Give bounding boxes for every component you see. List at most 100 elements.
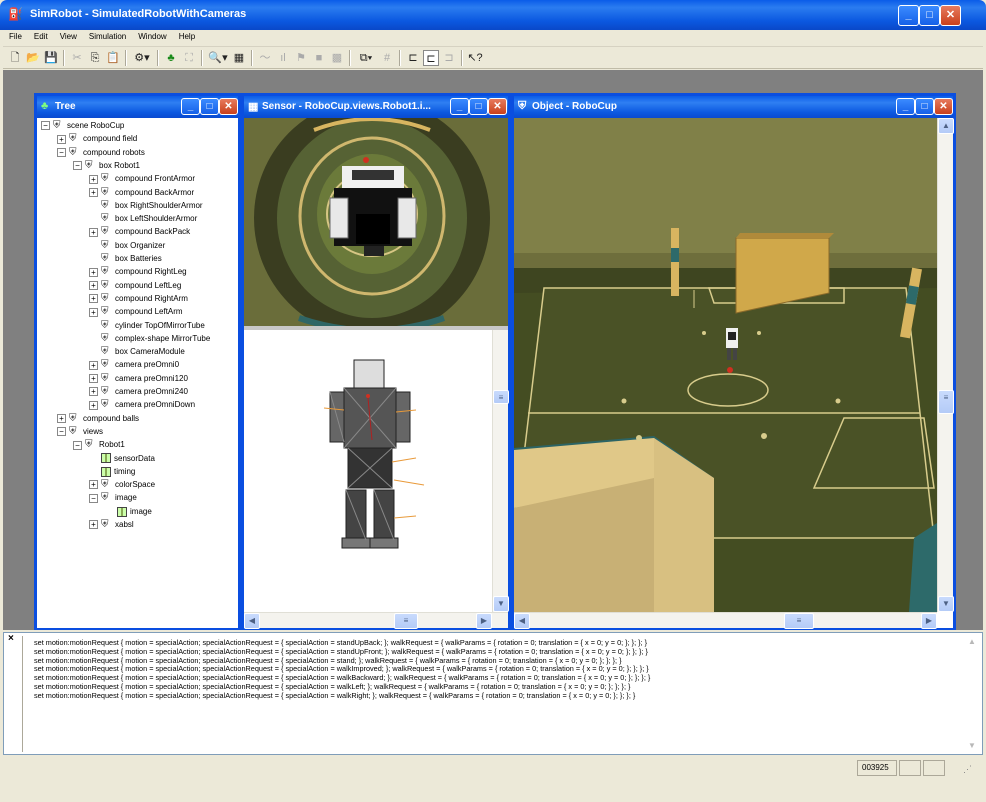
- flag-icon[interactable]: ⚑: [293, 50, 309, 66]
- tree-node[interactable]: − ⛨ Robot1: [73, 438, 125, 451]
- tree-node[interactable]: + ⛨ camera preOmni120: [89, 372, 188, 385]
- zoom-icon[interactable]: 🔍▾: [207, 50, 229, 66]
- tree-expand-toggle[interactable]: +: [89, 480, 98, 490]
- tree-expand-toggle[interactable]: +: [89, 294, 98, 304]
- menu-simulation[interactable]: Simulation: [83, 30, 132, 41]
- object-vertical-scrollbar[interactable]: ▲ ≡ ▼: [937, 118, 954, 612]
- sensor-close-button[interactable]: ✕: [488, 98, 507, 115]
- line-chart-icon[interactable]: 〜: [257, 50, 273, 66]
- tree-expand-toggle[interactable]: +: [57, 134, 66, 144]
- tree-node[interactable]: + ⛨ camera preOmni240: [89, 385, 188, 398]
- minimize-button[interactable]: _: [898, 5, 919, 26]
- tree-node[interactable]: + ⛨ colorSpace: [89, 478, 155, 491]
- save-icon[interactable]: 💾: [43, 50, 59, 66]
- cut-icon[interactable]: ✂: [69, 50, 85, 66]
- pattern-icon[interactable]: ▩: [329, 50, 345, 66]
- render-mode-icon[interactable]: ▦: [231, 50, 247, 66]
- sensor-vscroll-thumb[interactable]: ≡: [493, 390, 509, 404]
- tree-node[interactable]: sensorData: [89, 452, 155, 465]
- tree-expand-toggle[interactable]: −: [73, 440, 82, 450]
- tree-expand-toggle[interactable]: +: [89, 187, 98, 197]
- tree-node[interactable]: + ⛨ camera preOmni0: [89, 358, 179, 371]
- console-scrollbar[interactable]: ▲ ▼: [966, 633, 982, 754]
- camera-view-icon[interactable]: ⧉▾: [355, 50, 377, 66]
- tree-node[interactable]: + ⛨ compound LeftArm: [89, 305, 183, 318]
- tree-node[interactable]: − ⛨ compound robots: [57, 146, 145, 159]
- object-minimize-button[interactable]: _: [896, 98, 915, 115]
- tree-expand-toggle[interactable]: −: [89, 493, 98, 503]
- tree-node[interactable]: + ⛨ xabsl: [89, 518, 134, 531]
- tree-node[interactable]: ⛨ box LeftShoulderArmor: [89, 212, 197, 225]
- align-bottom-icon[interactable]: ⊏: [423, 50, 439, 66]
- sensor-scroll-left[interactable]: ◀: [244, 613, 260, 629]
- sensor-horizontal-scrollbar[interactable]: ◀ ≡ ▶: [244, 612, 508, 629]
- menu-view[interactable]: View: [54, 30, 83, 41]
- tree-node[interactable]: + ⛨ compound BackArmor: [89, 186, 194, 199]
- tree-node[interactable]: + ⛨ compound balls: [57, 412, 139, 425]
- tree-expand-toggle[interactable]: +: [57, 413, 66, 423]
- tree-node[interactable]: + ⛨ camera preOmniDown: [89, 398, 195, 411]
- tree-node[interactable]: timing: [89, 465, 135, 478]
- tree-node[interactable]: − ⛨ box Robot1: [73, 159, 140, 172]
- grid-icon[interactable]: #: [379, 50, 395, 66]
- tree-node[interactable]: + ⛨ compound LeftLeg: [89, 279, 181, 292]
- console-panel[interactable]: × set motion:motionRequest { motion = sp…: [3, 632, 983, 755]
- tree-node[interactable]: ⛨ box Batteries: [89, 252, 162, 265]
- tree-minimize-button[interactable]: _: [181, 98, 200, 115]
- menu-edit[interactable]: Edit: [28, 30, 54, 41]
- copy-icon[interactable]: ⎘: [87, 50, 103, 66]
- align-other-icon[interactable]: ⊐: [441, 50, 457, 66]
- object-scroll-down[interactable]: ▼: [938, 596, 954, 612]
- sensor-maximize-button[interactable]: □: [469, 98, 488, 115]
- tree-node[interactable]: − ⛨ views: [57, 425, 103, 438]
- tree-expand-toggle[interactable]: +: [89, 307, 98, 317]
- tree-node[interactable]: + ⛨ compound RightArm: [89, 292, 188, 305]
- tree-expand-toggle[interactable]: −: [41, 121, 50, 131]
- console-scroll-down[interactable]: ▼: [968, 741, 976, 750]
- tree-close-button[interactable]: ✕: [219, 98, 238, 115]
- object-hscroll-thumb[interactable]: ≡: [784, 613, 814, 629]
- resize-grip-icon[interactable]: ⋰: [963, 764, 972, 775]
- tree-node[interactable]: + ⛨ compound BackPack: [89, 225, 190, 238]
- tree-expand-toggle[interactable]: +: [89, 520, 98, 530]
- tree-expand-toggle[interactable]: −: [57, 427, 66, 437]
- tree-maximize-button[interactable]: □: [200, 98, 219, 115]
- hierarchy-icon[interactable]: ⛶: [181, 50, 197, 66]
- tree-node[interactable]: ⛨ box RightShoulderArmor: [89, 199, 203, 212]
- tree-icon[interactable]: ♣: [163, 50, 179, 66]
- tree-expand-toggle[interactable]: +: [89, 374, 98, 384]
- tree-expand-toggle[interactable]: +: [89, 387, 98, 397]
- new-file-icon[interactable]: 🗋: [7, 50, 23, 66]
- object-horizontal-scrollbar[interactable]: ◀ ≡ ▶: [514, 612, 937, 629]
- tree-expand-toggle[interactable]: −: [57, 147, 66, 157]
- sensor-hscroll-thumb[interactable]: ≡: [394, 613, 418, 629]
- context-help-icon[interactable]: ↖?: [467, 50, 483, 66]
- tree-node[interactable]: + ⛨ compound FrontArmor: [89, 172, 195, 185]
- object-scroll-left[interactable]: ◀: [514, 613, 530, 629]
- menu-file[interactable]: File: [3, 30, 28, 41]
- bar-chart-icon[interactable]: ıl: [275, 50, 291, 66]
- tree-node[interactable]: ⛨ box CameraModule: [89, 345, 185, 358]
- tree-node[interactable]: − ⛨ scene RoboCup: [41, 119, 124, 132]
- align-left-icon[interactable]: ⊏: [405, 50, 421, 66]
- tree-expand-toggle[interactable]: −: [73, 161, 82, 171]
- paste-icon[interactable]: 📋: [105, 50, 121, 66]
- tree-node[interactable]: + ⛨ compound field: [57, 132, 137, 145]
- sensor-scroll-right[interactable]: ▶: [476, 613, 492, 629]
- object-vscroll-thumb[interactable]: ≡: [938, 390, 954, 414]
- sensor-minimize-button[interactable]: _: [450, 98, 469, 115]
- tree-expand-toggle[interactable]: +: [89, 267, 98, 277]
- close-button[interactable]: ✕: [940, 5, 961, 26]
- menu-help[interactable]: Help: [173, 30, 201, 41]
- tree-node[interactable]: − ⛨ image: [89, 491, 137, 504]
- tree-expand-toggle[interactable]: +: [89, 360, 98, 370]
- sensor-vertical-scrollbar[interactable]: ≡ ▼: [492, 330, 509, 612]
- sensor-scroll-down[interactable]: ▼: [493, 596, 509, 612]
- tree-expand-toggle[interactable]: +: [89, 174, 98, 184]
- object-close-button[interactable]: ✕: [934, 98, 953, 115]
- tree-node[interactable]: ⛨ complex-shape MirrorTube: [89, 332, 210, 345]
- tree-node[interactable]: ⛨ cylinder TopOfMirrorTube: [89, 319, 205, 332]
- open-folder-icon[interactable]: 📂: [25, 50, 41, 66]
- tree-expand-toggle[interactable]: +: [89, 227, 98, 237]
- object-scroll-right[interactable]: ▶: [921, 613, 937, 629]
